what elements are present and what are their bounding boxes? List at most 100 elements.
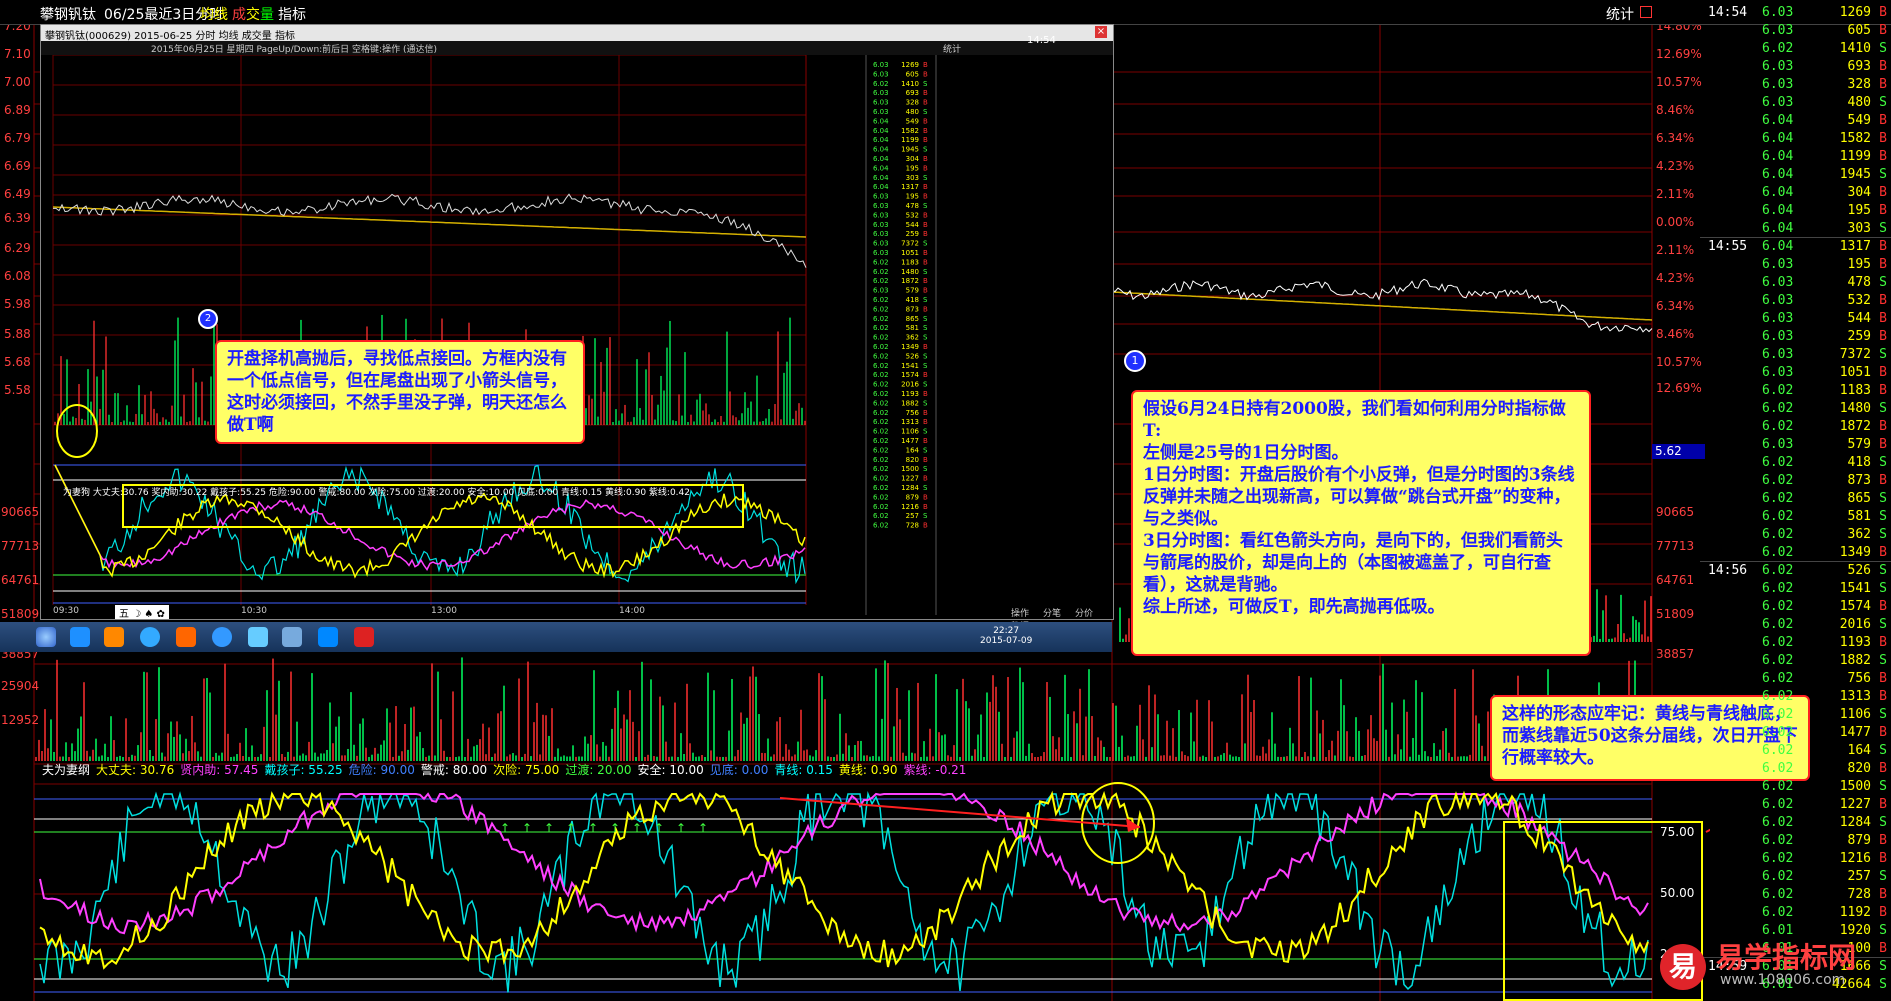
tick-direction: B: [1879, 689, 1887, 704]
inset-tick-dir: B: [923, 503, 928, 511]
inset-tick-price: 6.02: [873, 343, 889, 351]
pct-tick: 2.11%: [1656, 243, 1694, 257]
tick-direction: S: [1879, 743, 1887, 758]
inset-tick-price: 6.02: [873, 456, 889, 464]
inset-tick-price: 6.03: [873, 230, 889, 238]
inset-tick-price: 6.02: [873, 258, 889, 266]
stats-button[interactable]: 统计: [1606, 4, 1634, 24]
compass-icon[interactable]: [318, 627, 338, 647]
tick-volume: 532: [1847, 293, 1871, 308]
toggle-avg-line[interactable]: 均线: [200, 4, 228, 24]
tick-direction: B: [1879, 293, 1887, 308]
inset-tick-dir: S: [923, 324, 928, 332]
inset-tick-price: 6.02: [873, 484, 889, 492]
inset-tick-dir: B: [923, 127, 928, 135]
inset-close-icon[interactable]: ×: [1095, 26, 1107, 38]
trading-app-icon[interactable]: [354, 627, 374, 647]
tick-volume: 1582: [1839, 131, 1871, 146]
tick-volume: 418: [1847, 455, 1871, 470]
inset-tick-vol: 362: [906, 334, 919, 342]
tick-price: 6.02: [1762, 671, 1794, 686]
tick-volume: 544: [1847, 311, 1871, 326]
toggle-volume-b[interactable]: 交: [246, 4, 260, 24]
start-icon[interactable]: [36, 627, 56, 647]
inset-tick-dir: S: [923, 240, 928, 248]
tick-direction: B: [1879, 59, 1887, 74]
inset-tick-vol: 1183: [901, 258, 919, 266]
tick-price: 6.02: [1762, 545, 1794, 560]
inset-tick-dir: S: [923, 399, 928, 407]
price-tick: 6.39: [4, 211, 31, 225]
tick-volume: 693: [1847, 59, 1871, 74]
buy-arrow: ↑: [654, 821, 664, 835]
tick-price: 6.03: [1762, 5, 1794, 20]
tick-direction: S: [1879, 707, 1887, 722]
inset-tick-price: 6.02: [873, 80, 889, 88]
volume-tick: 77713: [1, 539, 39, 553]
price-tick: 5.68: [4, 355, 31, 369]
tick-price: 6.04: [1762, 221, 1794, 236]
price-tick: 5.58: [4, 383, 31, 397]
price-tick: 6.79: [4, 131, 31, 145]
price-tick: 7.10: [4, 47, 31, 61]
tick-direction: S: [1879, 617, 1887, 632]
tick-price: 6.03: [1762, 365, 1794, 380]
inset-tick-price: 6.03: [873, 89, 889, 97]
inset-tick-dir: S: [923, 268, 928, 276]
inset-tab[interactable]: 操作: [1011, 609, 1029, 619]
pct-tick: 12.69%: [1656, 381, 1702, 395]
pct-tick: 6.34%: [1656, 299, 1694, 313]
inset-tick-price: 6.04: [873, 155, 889, 163]
tick-volume: 195: [1847, 257, 1871, 272]
inset-time-label: 13:00: [431, 606, 457, 616]
price-tick: 7.20: [4, 24, 31, 33]
inset-tick-price: 6.03: [873, 287, 889, 295]
k-app-icon[interactable]: [140, 627, 160, 647]
legend-item: 过渡: 20.00: [565, 763, 632, 777]
feather-icon[interactable]: [248, 627, 268, 647]
inset-time-axis: 09:30 10:30 13:00 14:00: [41, 606, 1113, 618]
taskbar-popup[interactable]: 五 ☽ ♠ ✿: [115, 605, 169, 620]
inset-highlight-circle: [56, 404, 98, 458]
tick-price: 6.03: [1762, 23, 1794, 38]
pct-tick: 12.69%: [1656, 47, 1702, 61]
tick-direction: S: [1879, 815, 1887, 830]
inset-chart: 6.03 1269 B 6.03 605 B 6.02 1410 S 6.03 693 B 6.03 32…: [52, 55, 937, 615]
inset-tick-dir: S: [923, 315, 928, 323]
cloud-icon[interactable]: [282, 627, 302, 647]
toggle-volume-a[interactable]: 成: [232, 4, 246, 24]
tick-volume: 873: [1847, 473, 1871, 488]
tick-direction: B: [1879, 671, 1887, 686]
current-price-label: 5.62: [1652, 444, 1705, 459]
inset-stats-button[interactable]: 统计: [943, 42, 961, 55]
volume-tick: 64761: [1, 573, 39, 587]
volume-tick-right: 90665: [1656, 505, 1694, 519]
price-tick: 6.89: [4, 103, 31, 117]
toggle-volume-c[interactable]: 量: [260, 4, 274, 24]
inset-tab[interactable]: 分笔: [1043, 609, 1061, 619]
tick-direction: B: [1879, 131, 1887, 146]
toggle-indicator[interactable]: 指标: [278, 4, 306, 24]
app-icon[interactable]: [176, 627, 196, 647]
inset-tab[interactable]: 分价: [1075, 609, 1093, 619]
inset-tick-dir: S: [923, 334, 928, 342]
inset-tick-vol: 1051: [901, 249, 919, 257]
tick-direction: S: [1879, 455, 1887, 470]
inset-price-line: [53, 193, 807, 268]
media-icon[interactable]: [104, 627, 124, 647]
inset-tick-price: 6.02: [873, 493, 889, 501]
pct-tick: 8.46%: [1656, 327, 1694, 341]
inset-tick-price: 6.03: [873, 240, 889, 248]
inset-tick-vol: 1317: [901, 183, 919, 191]
close-icon[interactable]: [1640, 6, 1652, 18]
tick-price: 6.02: [1762, 527, 1794, 542]
s-app-icon[interactable]: [212, 627, 232, 647]
tick-price: 6.03: [1762, 437, 1794, 452]
taskbar-clock: 22:27 2015-07-09: [980, 626, 1033, 646]
inset-window[interactable]: 攀钢钒钛(000629) 2015-06-25 分时 均线 成交量 指标 × 2…: [40, 24, 1114, 632]
tick-direction: B: [1879, 797, 1887, 812]
browser-icon[interactable]: [70, 627, 90, 647]
tick-direction: B: [1879, 239, 1887, 254]
tick-direction: B: [1879, 473, 1887, 488]
tick-direction: B: [1879, 77, 1887, 92]
